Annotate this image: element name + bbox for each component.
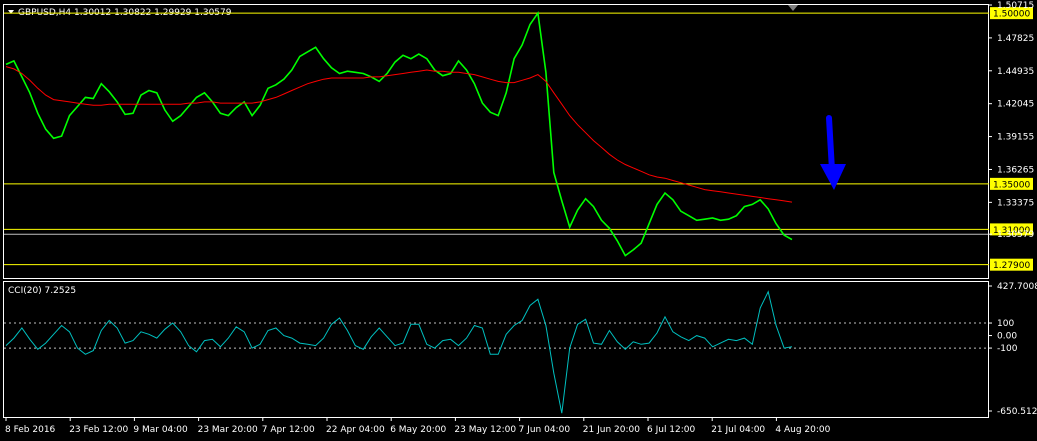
level-tag-label: 1.35000 bbox=[993, 180, 1030, 190]
arrow-down-icon bbox=[820, 115, 846, 190]
time-tick-label: 21 Jul 04:00 bbox=[711, 425, 765, 435]
price-tick-label: 1.47825 bbox=[997, 34, 1034, 44]
time-tick-label: 6 Jul 12:00 bbox=[647, 425, 696, 435]
time-tick-label: 8 Feb 2016 bbox=[5, 425, 56, 435]
time-tick-label: 9 Mar 04:00 bbox=[133, 425, 188, 435]
price-tick-label: 1.42045 bbox=[997, 100, 1034, 110]
time-tick-label: 22 Apr 04:00 bbox=[326, 425, 385, 435]
time-tick-label: 23 Feb 12:00 bbox=[69, 425, 128, 435]
price-panel-frame bbox=[3, 4, 989, 279]
price-tick-label: 1.30579 bbox=[997, 230, 1034, 240]
price-tick-label: 1.39155 bbox=[997, 133, 1034, 143]
time-tick-label: 6 May 20:00 bbox=[390, 425, 446, 435]
price-tick-label: 1.33375 bbox=[997, 198, 1034, 208]
price-tick-label: 1.44935 bbox=[997, 67, 1034, 77]
moving-average-line bbox=[5, 66, 793, 203]
level-tag-label: 1.27900 bbox=[993, 261, 1030, 271]
price-tick-label: 1.36265 bbox=[997, 165, 1034, 175]
cci-tick-label: 100 bbox=[997, 319, 1014, 329]
chart-area: GBPUSD,H4 1.30012 1.30822 1.29929 1.3057… bbox=[3, 1, 1037, 435]
cci-tick-label: -650.5122 bbox=[997, 407, 1037, 417]
time-tick-label: 7 Jun 04:00 bbox=[519, 425, 571, 435]
cci-tick-label: -100 bbox=[997, 344, 1018, 354]
time-tick-label: 23 Mar 20:00 bbox=[198, 425, 258, 435]
price-tick-label: 1.50715 bbox=[997, 1, 1034, 11]
time-tick-label: 4 Aug 20:00 bbox=[775, 425, 830, 435]
cci-line bbox=[5, 290, 793, 414]
time-tick-label: 23 May 12:00 bbox=[454, 425, 516, 435]
cci-tick-label: 0.00 bbox=[997, 332, 1017, 342]
indicator-panel-frame bbox=[3, 281, 989, 418]
cci-tick-label: 427.7008 bbox=[997, 282, 1037, 292]
shift-marker-icon[interactable] bbox=[788, 5, 798, 11]
indicator-header: CCI(20) 7.2525 bbox=[8, 286, 76, 296]
time-tick-label: 7 Apr 12:00 bbox=[262, 425, 315, 435]
level-tag-label: 1.50000 bbox=[993, 10, 1030, 20]
price-line bbox=[5, 10, 793, 257]
time-tick-label: 21 Jun 20:00 bbox=[583, 425, 640, 435]
